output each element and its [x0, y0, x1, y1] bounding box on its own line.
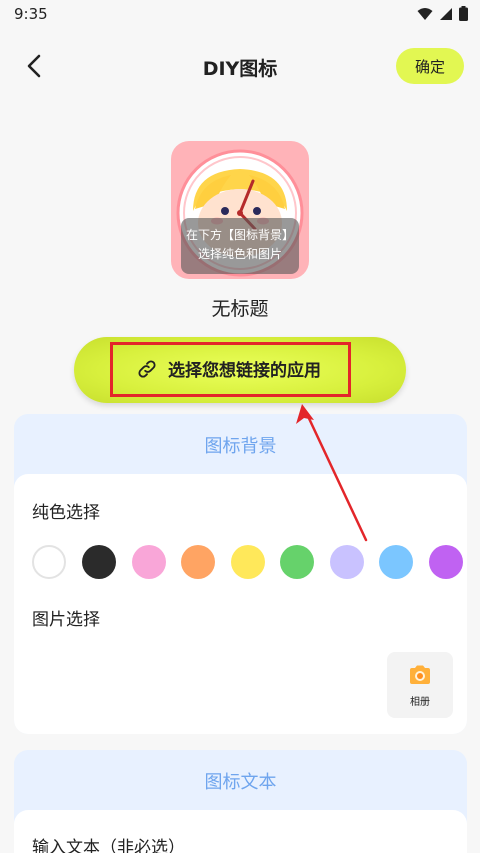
color-swatch-yellow[interactable] — [231, 545, 265, 579]
color-swatch-orange[interactable] — [181, 545, 215, 579]
image-select-label: 图片选择 — [32, 610, 100, 630]
preview-hint-line1: 在下方【图标背景】 — [185, 228, 294, 242]
album-button[interactable]: 相册 — [387, 652, 453, 718]
color-swatch-pink[interactable] — [132, 545, 166, 579]
preview-hint-overlay: 在下方【图标背景】 选择纯色和图片 — [181, 218, 299, 274]
link-icon — [138, 359, 156, 378]
status-icons — [417, 6, 468, 21]
icon-text-header: 图标文本 — [204, 772, 277, 793]
color-swatch-white[interactable] — [32, 545, 66, 579]
link-app-content[interactable]: 选择您想链接的应用 — [136, 356, 321, 381]
color-swatch-blue[interactable] — [379, 545, 413, 579]
color-swatch-green[interactable] — [280, 545, 314, 579]
confirm-button[interactable]: 确定 — [396, 48, 464, 84]
preview-hint-line2: 选择纯色和图片 — [197, 247, 282, 261]
link-app-label: 选择您想链接的应用 — [168, 361, 321, 381]
solid-color-label: 纯色选择 — [32, 503, 100, 523]
status-time: 9:35 — [14, 5, 48, 23]
color-swatch-purple[interactable] — [429, 545, 463, 579]
signal-icon — [440, 7, 452, 20]
icon-preview[interactable]: 在下方【图标背景】 选择纯色和图片 — [171, 141, 309, 279]
icon-background-header: 图标背景 — [204, 436, 277, 457]
color-swatch-lavender[interactable] — [330, 545, 364, 579]
camera-icon — [410, 665, 430, 684]
text-input-label: 输入文本（非必选） — [32, 838, 185, 853]
album-label: 相册 — [410, 697, 430, 708]
color-swatch-black[interactable] — [82, 545, 116, 579]
icon-name: 无标题 — [211, 298, 269, 320]
nav-bar: DIY图标 确定 — [0, 40, 480, 92]
status-bar: 9:35 — [0, 0, 480, 28]
wifi-icon — [417, 7, 433, 20]
battery-icon — [459, 6, 468, 21]
